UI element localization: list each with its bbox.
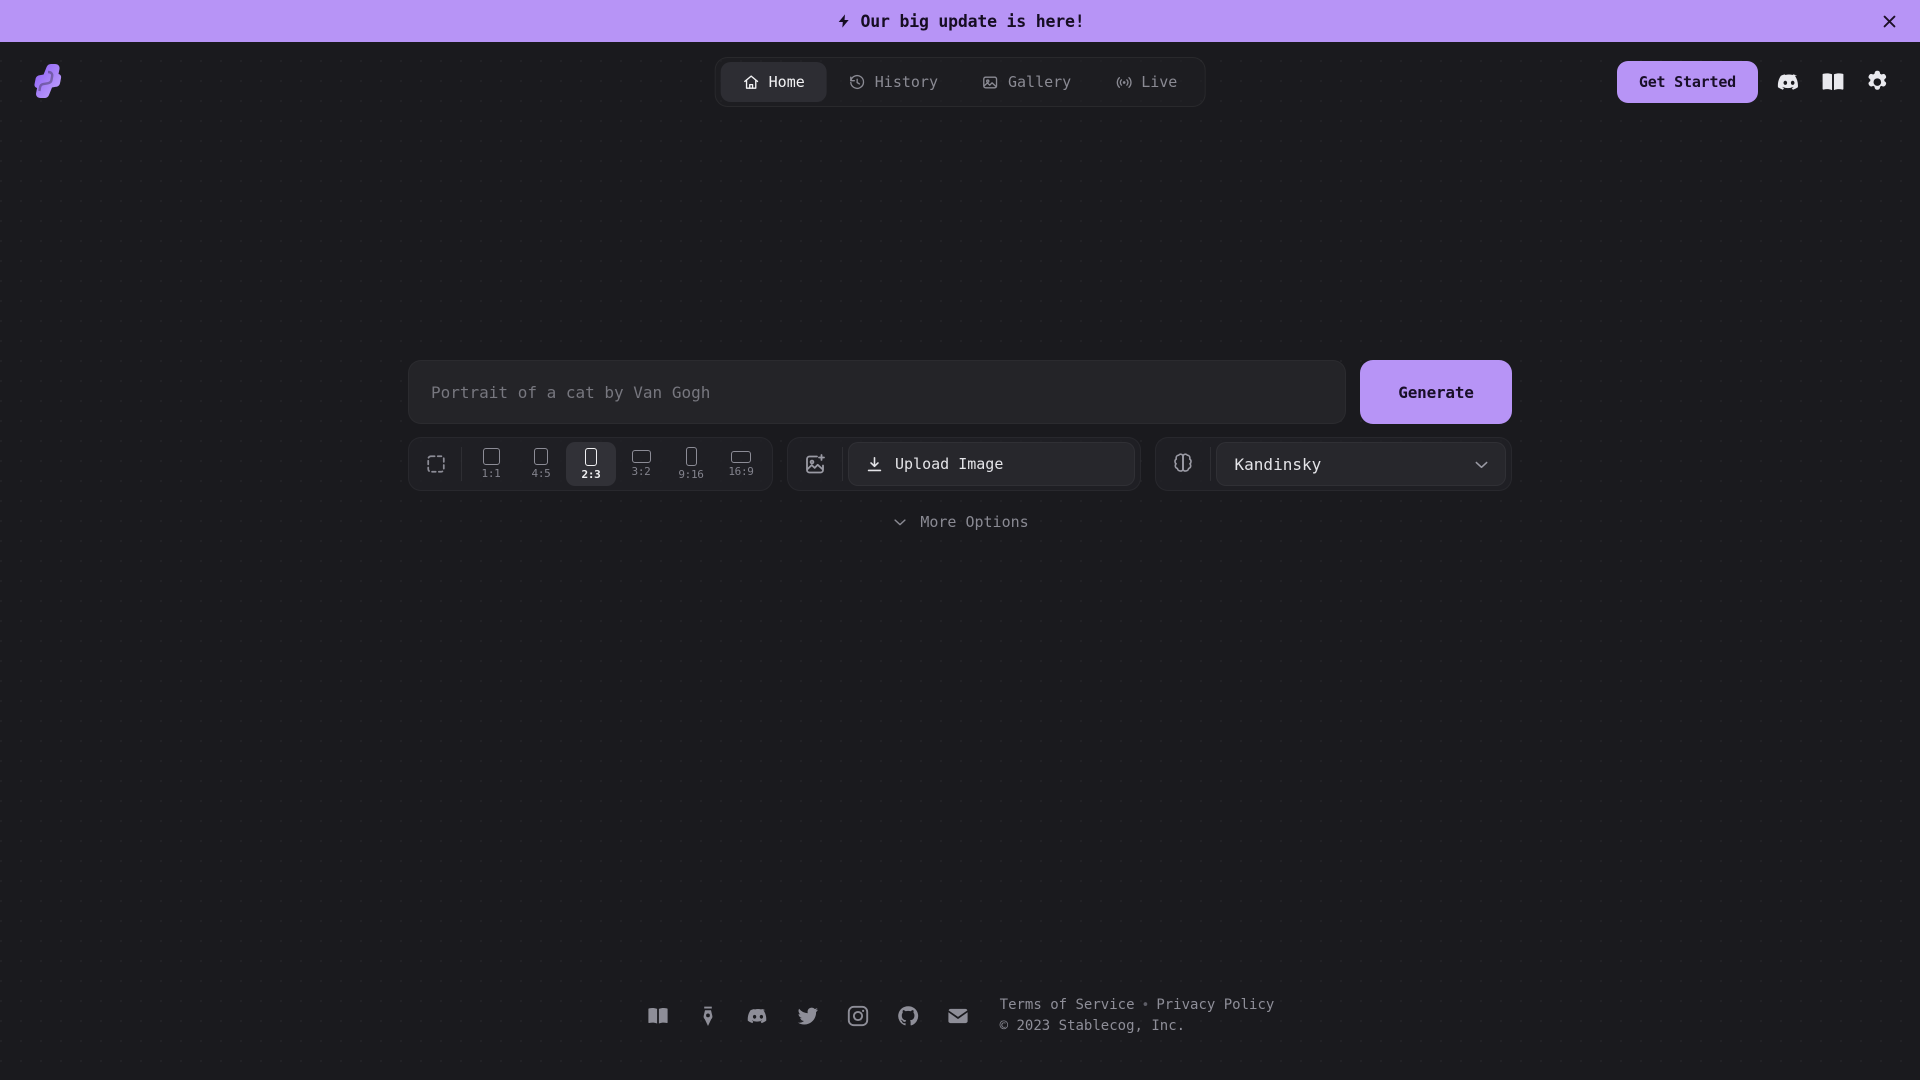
prompt-input[interactable] — [408, 360, 1346, 424]
stablecog-logo[interactable] — [28, 60, 68, 104]
header-actions: Get Started — [1616, 61, 1900, 103]
github-icon[interactable] — [896, 1004, 920, 1028]
twitter-icon[interactable] — [796, 1004, 820, 1028]
discord-icon[interactable] — [746, 1004, 770, 1028]
nav-item-history[interactable]: History — [827, 62, 960, 102]
aspect-label: 16:9 — [728, 464, 754, 478]
generate-button[interactable]: Generate — [1360, 360, 1512, 424]
mail-icon[interactable] — [946, 1004, 970, 1028]
gallery-icon — [983, 76, 998, 88]
history-icon — [850, 74, 865, 89]
discord-icon[interactable] — [1776, 69, 1802, 95]
aspect-option-1-1[interactable]: 1:1 — [466, 442, 516, 486]
app-header: Home History Gallery Live Get Started — [0, 42, 1920, 122]
model-select[interactable]: Kandinsky — [1215, 442, 1506, 486]
home-icon — [744, 74, 759, 89]
banner-content: Our big update is here! — [836, 11, 1085, 31]
legal-separator: • — [1141, 997, 1150, 1013]
announcement-banner[interactable]: Our big update is here! — [0, 0, 1920, 42]
generation-panel: Generate 1:1 4:5 — [0, 360, 1920, 531]
instagram-icon[interactable] — [846, 1004, 870, 1028]
model-panel: Kandinsky — [1154, 437, 1512, 491]
aspect-label: 3:2 — [631, 465, 651, 478]
banner-text: Our big update is here! — [860, 11, 1085, 31]
gear-icon[interactable] — [1864, 69, 1890, 95]
aspect-label: 4:5 — [531, 467, 551, 480]
pen-nib-icon[interactable] — [696, 1004, 720, 1028]
divider — [842, 447, 843, 481]
live-icon — [1116, 76, 1132, 88]
nav-item-home[interactable]: Home — [720, 62, 827, 102]
social-links — [646, 1004, 970, 1028]
upload-label: Upload Image — [895, 455, 1004, 473]
aspect-label: 9:16 — [678, 468, 704, 481]
close-icon[interactable] — [1876, 8, 1902, 34]
controls-row: 1:1 4:5 2:3 3:2 9:16 16:9 Upload Image K… — [408, 437, 1512, 491]
aspect-label: 1:1 — [481, 467, 501, 480]
terms-of-service-link[interactable]: Terms of Service — [1000, 997, 1135, 1013]
main-navigation: Home History Gallery Live — [714, 57, 1206, 107]
upload-panel: Upload Image — [787, 437, 1141, 491]
chevron-down-icon — [1475, 461, 1488, 468]
prompt-row: Generate — [408, 360, 1512, 424]
more-options-button[interactable]: More Options — [891, 513, 1029, 531]
brain-icon — [1156, 438, 1210, 490]
nav-label-history: History — [874, 73, 938, 91]
more-options-label: More Options — [920, 513, 1029, 531]
app-footer: Terms of Service • Privacy Policy © 2023… — [0, 997, 1920, 1034]
copyright-text: © 2023 Stablecog, Inc. — [999, 1018, 1186, 1034]
custom-size-icon[interactable] — [415, 443, 457, 485]
upload-arrow-icon — [867, 456, 882, 471]
legal-line-1: Terms of Service • Privacy Policy — [1000, 997, 1275, 1013]
aspect-option-9-16[interactable]: 9:16 — [666, 442, 716, 486]
divider — [1209, 447, 1211, 481]
chevron-down-icon — [894, 519, 906, 526]
nav-label-gallery: Gallery — [1008, 73, 1072, 91]
nav-label-home: Home — [768, 73, 805, 91]
bolt-icon — [838, 14, 849, 28]
image-plus-icon[interactable] — [788, 438, 842, 490]
privacy-policy-link[interactable]: Privacy Policy — [1156, 997, 1274, 1013]
nav-item-live[interactable]: Live — [1093, 62, 1199, 102]
nav-label-live: Live — [1141, 73, 1178, 91]
legal-links: Terms of Service • Privacy Policy © 2023… — [1000, 997, 1275, 1034]
aspect-option-2-3[interactable]: 2:3 — [566, 442, 616, 486]
aspect-label: 2:3 — [581, 467, 601, 481]
aspect-option-3-2[interactable]: 3:2 — [616, 442, 666, 486]
get-started-button[interactable]: Get Started — [1616, 61, 1758, 103]
nav-item-gallery[interactable]: Gallery — [960, 62, 1093, 102]
upload-image-button[interactable]: Upload Image — [848, 442, 1135, 486]
aspect-option-4-5[interactable]: 4:5 — [516, 442, 566, 486]
aspect-ratio-options: 1:1 4:5 2:3 3:2 9:16 16:9 — [466, 442, 766, 486]
divider — [461, 447, 462, 481]
aspect-option-16-9[interactable]: 16:9 — [716, 442, 766, 486]
book-icon[interactable] — [1820, 69, 1846, 95]
model-selected-value: Kandinsky — [1234, 454, 1322, 474]
book-icon[interactable] — [646, 1004, 670, 1028]
aspect-ratio-panel: 1:1 4:5 2:3 3:2 9:16 16:9 — [408, 437, 773, 491]
